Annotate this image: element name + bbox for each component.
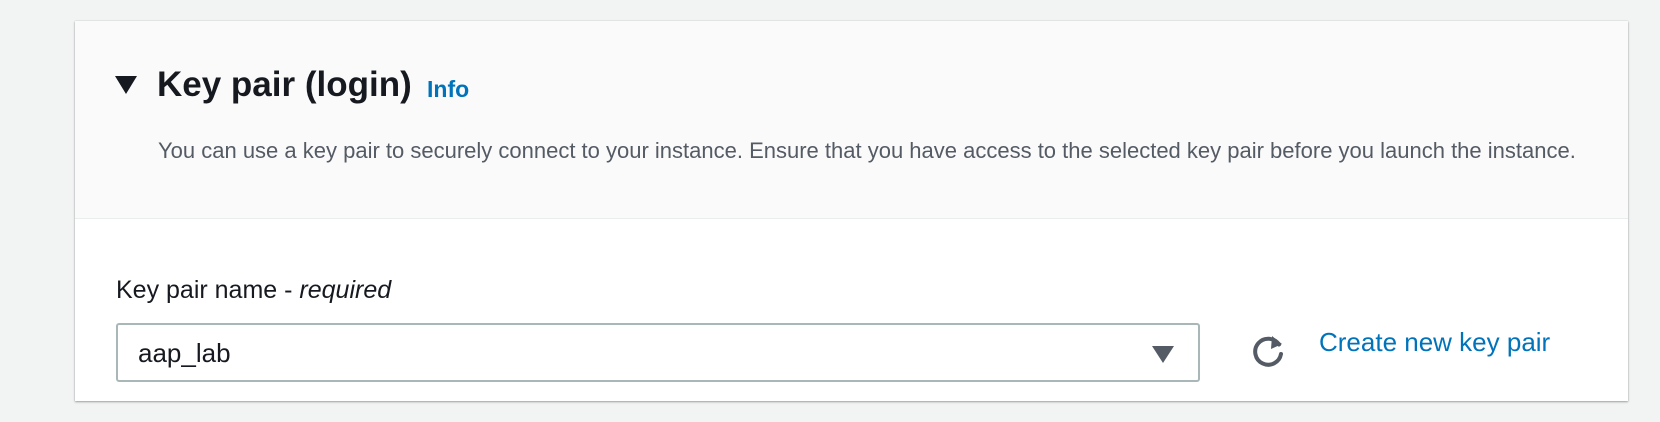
- info-link[interactable]: Info: [427, 75, 469, 103]
- collapse-caret-icon[interactable]: [115, 76, 137, 94]
- section-description: You can use a key pair to securely conne…: [158, 138, 1576, 163]
- section-title: Key pair (login): [157, 65, 412, 104]
- refresh-icon[interactable]: [1248, 332, 1288, 372]
- required-marker: required: [299, 276, 392, 304]
- key-pair-select[interactable]: aap_lab: [116, 323, 1200, 382]
- key-pair-panel: Key pair (login) Info You can use a key …: [75, 21, 1628, 401]
- dropdown-arrow-icon: [1152, 346, 1174, 363]
- refresh-icon-svg: [1253, 336, 1283, 367]
- key-pair-name-label: Key pair name - required: [116, 274, 391, 306]
- key-pair-name-label-text: Key pair name -: [116, 276, 300, 304]
- create-new-key-pair-link[interactable]: Create new key pair: [1319, 326, 1550, 358]
- key-pair-selected-value: aap_lab: [138, 338, 231, 368]
- panel-header: Key pair (login) Info You can use a key …: [75, 21, 1628, 219]
